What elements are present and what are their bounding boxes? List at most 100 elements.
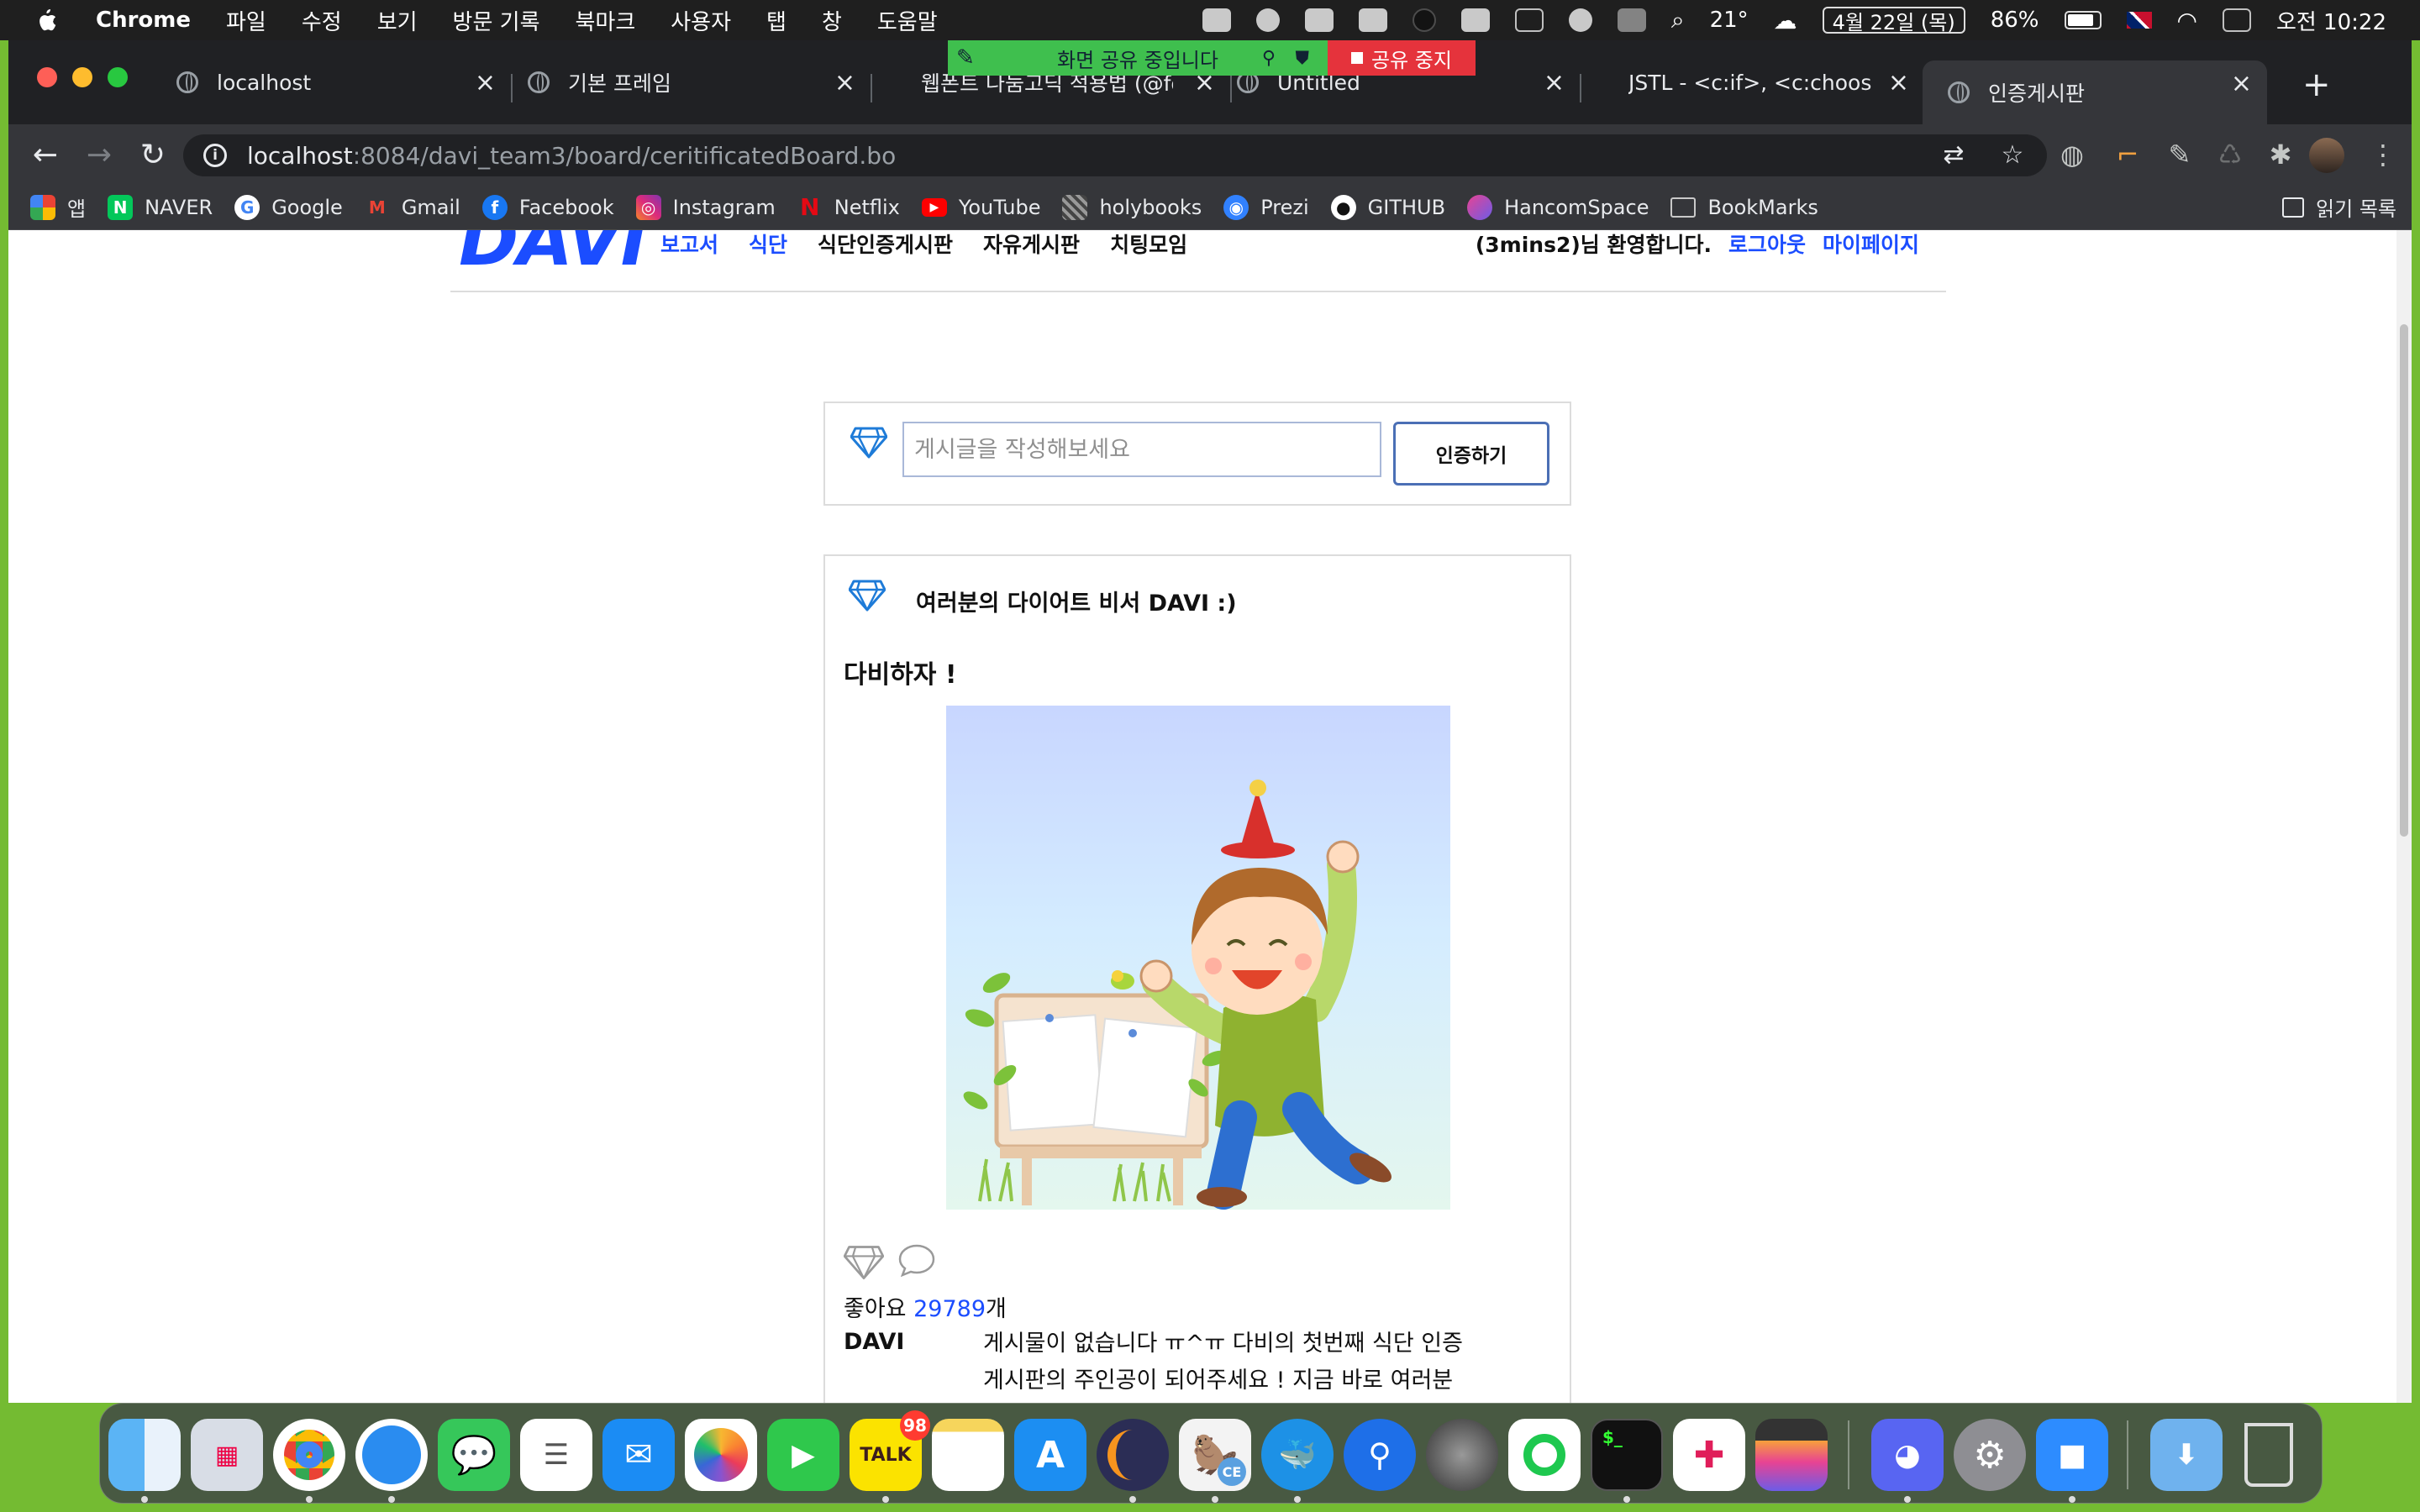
menu-profiles[interactable]: 사용자 [671, 5, 731, 36]
chrome-icon[interactable] [273, 1419, 345, 1491]
close-tab-icon[interactable]: × [1544, 68, 1565, 97]
close-tab-icon[interactable]: × [1888, 68, 1909, 97]
green-circle-app-icon[interactable] [1508, 1419, 1581, 1491]
forward-arrow-icon[interactable]: → [82, 138, 116, 172]
flag-uk-icon[interactable] [2126, 12, 2152, 29]
stop-sharing-button[interactable]: 공유 중지 [1328, 40, 1476, 76]
search-tray-icon[interactable]: ⌕ [1671, 6, 1685, 34]
helmet-app-icon[interactable] [1426, 1419, 1498, 1491]
site-logo[interactable]: DAVI [459, 230, 648, 282]
nav-diet[interactable]: 식단 [749, 230, 787, 259]
eclipse-icon[interactable] [1097, 1419, 1169, 1491]
reminders-icon[interactable]: ☰ [520, 1419, 592, 1491]
bookmark-naver[interactable]: N NAVER [108, 194, 213, 220]
bookmark-folder[interactable]: BookMarks [1670, 196, 1818, 219]
moon-tray-icon[interactable] [1255, 8, 1280, 32]
apple-menu-icon[interactable] [32, 6, 60, 34]
terminal-icon[interactable]: $_ [1591, 1419, 1663, 1491]
date-display[interactable]: 4월 22일 (목) [1822, 7, 1965, 34]
screen-share-status[interactable]: ✎ 화면 공유 중입니다 ⚲ ⛊ [948, 40, 1328, 76]
control-center-icon[interactable] [2222, 8, 2251, 32]
tab-jstl[interactable]: JSTL - <c:if>, <c:choose> × [1588, 60, 1924, 104]
mute-tray-icon[interactable] [1617, 8, 1646, 32]
reading-list-button[interactable]: 읽기 목록 [2282, 192, 2396, 222]
location-pin-app-icon[interactable]: ⚲ [1344, 1419, 1416, 1491]
bookmark-youtube[interactable]: ▶ YouTube [921, 196, 1040, 219]
comment-bubble-icon[interactable] [897, 1243, 936, 1277]
bookmark-apps[interactable]: 앱 [30, 192, 86, 222]
puzzle-extensions-icon[interactable]: ✱ [2265, 139, 2296, 170]
tool-extension-icon[interactable]: ⌐ [2112, 139, 2143, 170]
nav-free-board[interactable]: 자유게시판 [983, 230, 1080, 259]
scrollbar-thumb[interactable] [2400, 324, 2408, 837]
app-name-menu[interactable]: Chrome [96, 8, 191, 33]
certify-button[interactable]: 인증하기 [1393, 422, 1549, 486]
tab-cert-board[interactable]: 인증게시판 × [1923, 60, 2267, 124]
weather-temperature[interactable]: 21° [1710, 8, 1749, 33]
close-window-button[interactable] [37, 67, 57, 87]
bookmark-github[interactable]: ● GITHUB [1330, 194, 1445, 220]
discord-icon[interactable]: ◕ [1871, 1419, 1944, 1491]
close-tab-icon[interactable]: × [834, 68, 855, 97]
battery-icon[interactable] [2064, 11, 2102, 29]
pen-extension-icon[interactable]: ✎ [2165, 139, 2195, 170]
profile-avatar[interactable] [2309, 138, 2344, 173]
facetime-icon[interactable]: ▶ [767, 1419, 839, 1491]
trash-icon[interactable] [2233, 1419, 2305, 1491]
minimize-window-button[interactable] [72, 67, 92, 87]
menu-file[interactable]: 파일 [226, 5, 266, 36]
address-bar[interactable]: i localhost:8084/davi_team3/board/ceriti… [183, 134, 2047, 176]
final-cut-icon[interactable] [1755, 1419, 1828, 1491]
more-menu-icon[interactable]: ⋮ [2368, 139, 2398, 170]
bookmark-google[interactable]: G Google [234, 194, 343, 220]
post-input[interactable] [902, 422, 1381, 477]
close-tab-icon[interactable]: × [2231, 69, 2252, 98]
tab-localhost[interactable]: localhost × [176, 60, 511, 104]
system-preferences-icon[interactable]: ⚙ [1954, 1419, 2026, 1491]
snowflake-tray-icon[interactable] [1358, 8, 1387, 32]
nav-cheating-meetup[interactable]: 치팅모임 [1110, 230, 1187, 259]
zoom-tray-icon[interactable] [1202, 8, 1231, 32]
clock[interactable]: 오전 10:22 [2276, 5, 2386, 36]
page-scrollbar[interactable] [2396, 230, 2412, 1403]
app-store-icon[interactable]: A [1014, 1419, 1086, 1491]
back-arrow-icon[interactable]: ← [29, 138, 62, 172]
url-text[interactable]: localhost:8084/davi_team3/board/ceritifi… [247, 142, 896, 170]
notes-icon[interactable] [932, 1419, 1004, 1491]
launchpad-icon[interactable]: ▦ [191, 1419, 263, 1491]
menu-window[interactable]: 창 [822, 5, 842, 36]
shield-check-icon[interactable]: ⛊ [1295, 48, 1309, 69]
bookmark-hancomspace[interactable]: HancomSpace [1467, 194, 1649, 220]
mail-icon[interactable]: ✉ [602, 1419, 675, 1491]
bookmark-prezi[interactable]: ◉ Prezi [1223, 194, 1309, 220]
globe-extension-icon[interactable]: ◍ [2057, 139, 2087, 170]
downloads-folder-icon[interactable]: ⬇ [2150, 1419, 2223, 1491]
logout-link[interactable]: 로그아웃 [1728, 230, 1806, 259]
mypage-link[interactable]: 마이페이지 [1823, 230, 1919, 259]
menu-bookmarks[interactable]: 북마크 [576, 5, 636, 36]
finder-icon[interactable] [108, 1419, 181, 1491]
glasses-tray-icon[interactable] [1514, 8, 1544, 32]
bookmark-facebook[interactable]: f Facebook [481, 194, 614, 220]
translate-icon[interactable]: ⇄ [1941, 143, 1966, 168]
menu-help[interactable]: 도움말 [877, 5, 938, 36]
likes-number[interactable]: 29789 [913, 1296, 986, 1322]
bookmark-netflix[interactable]: N Netflix [797, 193, 900, 221]
tab-basic-frame[interactable]: 기본 프레임 × [528, 60, 871, 104]
menu-edit[interactable]: 수정 [302, 5, 342, 36]
zoom-icon[interactable]: ■ [2036, 1419, 2108, 1491]
dbeaver-icon[interactable]: 🦫 CE [1179, 1419, 1251, 1491]
reload-icon[interactable]: ↻ [136, 138, 170, 172]
safari-icon[interactable] [355, 1419, 428, 1491]
slack-icon[interactable]: ✚ [1673, 1419, 1745, 1491]
nav-report[interactable]: 보고서 [660, 230, 718, 259]
site-info-icon[interactable]: i [203, 144, 227, 167]
kakaotalk-icon[interactable]: TALK 98 [850, 1410, 930, 1491]
zoom-window-button[interactable] [108, 67, 128, 87]
docker-icon[interactable]: 🐳 [1261, 1419, 1334, 1491]
bookmark-instagram[interactable]: ◎ Instagram [635, 194, 776, 220]
photos-icon[interactable] [685, 1419, 757, 1491]
hat-tray-icon[interactable] [1412, 8, 1436, 32]
wifi-icon[interactable]: ◠ [2177, 7, 2197, 34]
menu-history[interactable]: 방문 기록 [453, 5, 540, 36]
